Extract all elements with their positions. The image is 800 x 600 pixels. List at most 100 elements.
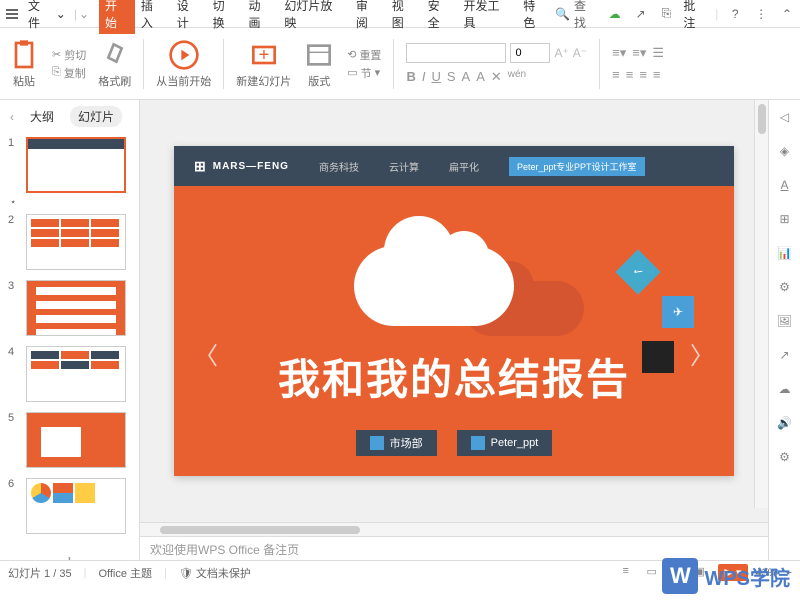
clearformat-button[interactable]: ✕ <box>491 69 502 85</box>
image-icon[interactable]: 🖼 <box>776 312 794 330</box>
slide-nav-2: 云计算 <box>389 159 419 174</box>
slide-nav-1: 商务科技 <box>319 159 359 174</box>
more-icon[interactable]: ⋮ <box>752 5 770 23</box>
protect-status[interactable]: 🛡 文档未保护 <box>179 565 251 581</box>
tab-animation[interactable]: 动画 <box>242 0 278 34</box>
chevron-left-icon[interactable]: ‹ <box>10 110 14 124</box>
scissors-icon: ✂ <box>52 48 61 61</box>
section-button[interactable]: ▭节 ▾ <box>347 65 381 81</box>
add-slide-button[interactable]: + <box>8 544 131 560</box>
play-icon[interactable] <box>168 39 200 71</box>
thumbnails: 1 我和我的总结报告 ⋆ 2 3 4 5 6 + <box>0 133 139 560</box>
design-icon[interactable]: ◈ <box>776 142 794 160</box>
thumb-6[interactable]: 6 <box>8 478 131 534</box>
file-menu[interactable]: 文件 ⌄ <box>22 0 72 33</box>
menu-icon[interactable] <box>4 7 20 21</box>
tab-design[interactable]: 设计 <box>171 0 207 34</box>
outline-tab[interactable]: 大纲 <box>22 106 62 127</box>
tab-security[interactable]: 安全 <box>422 0 458 34</box>
notes-view-icon[interactable]: ≡ <box>622 565 638 581</box>
formatbrush-label: 格式刷 <box>98 73 131 89</box>
slide-logo: ⊞MARS—FENG <box>194 158 289 175</box>
layout-icon[interactable] <box>303 39 335 71</box>
collapse-icon[interactable]: ⌃ <box>778 5 796 23</box>
normal-view-icon[interactable]: ▭ <box>646 565 662 581</box>
search-button[interactable]: 🔍 查找 <box>555 0 598 31</box>
slides-tab[interactable]: 幻灯片 <box>70 106 122 127</box>
newslide-label: 新建幻灯片 <box>236 73 291 89</box>
tab-devtools[interactable]: 开发工具 <box>458 0 518 34</box>
wps-logo-icon: W <box>662 558 698 594</box>
fontcolor-button[interactable]: A <box>462 69 471 85</box>
cut-button[interactable]: ✂剪切 <box>52 47 86 63</box>
align-justify-button[interactable]: ≡ <box>653 67 661 82</box>
tab-slideshow[interactable]: 幻灯片放映 <box>278 0 350 34</box>
brush-icon[interactable] <box>99 39 131 71</box>
bold-button[interactable]: B <box>406 69 415 85</box>
tab-featured[interactable]: 特色 <box>517 0 553 34</box>
thumb-4[interactable]: 4 <box>8 346 131 402</box>
help-icon[interactable]: ? <box>726 5 744 23</box>
decrease-font-icon[interactable]: A⁻ <box>573 46 587 60</box>
play-group: 从当前开始 <box>156 39 211 89</box>
notes-pane[interactable]: 欢迎使用WPS Office 备注页 <box>140 536 768 560</box>
chevron-down-icon[interactable]: ⌄ <box>79 7 89 21</box>
tab-start[interactable]: 开始 <box>99 0 135 34</box>
right-toolbar: ◁ ◈ A ⊞ 📊 ⚙ 🖼 ↗ ☁ 🔊 ⚙ <box>768 100 800 560</box>
thumb-1[interactable]: 1 我和我的总结报告 <box>8 137 131 193</box>
cloud-icon[interactable]: ☁ <box>776 380 794 398</box>
settings-icon[interactable]: ⚙ <box>776 278 794 296</box>
gear-icon[interactable]: ⚙ <box>776 448 794 466</box>
indent-button[interactable]: ☰ <box>652 45 664 61</box>
menubar: 文件 ⌄ | ⌄ 开始 插入 设计 切换 动画 幻灯片放映 审阅 视图 安全 开… <box>0 0 800 28</box>
vertical-scrollbar[interactable] <box>754 100 768 508</box>
paste-icon[interactable] <box>8 39 40 71</box>
grid-icon[interactable]: ⊞ <box>776 210 794 228</box>
export-icon[interactable]: ↗ <box>776 346 794 364</box>
slide-counter: 幻灯片 1 / 35 <box>8 565 72 581</box>
ribbon: 粘贴 ✂剪切 ⎘复制 格式刷 从当前开始 + 新建幻灯片 版式 ⟲重置 ▭节 ▾… <box>0 28 800 100</box>
bullets-button[interactable]: ≡▾ <box>612 45 626 61</box>
italic-button[interactable]: I <box>422 69 426 85</box>
thumb-3[interactable]: 3 <box>8 280 131 336</box>
search-icon: 🔍 <box>555 7 570 21</box>
tab-view[interactable]: 视图 <box>386 0 422 34</box>
font-size-input[interactable] <box>510 43 550 63</box>
format-buttons: B I U S A A ✕ wén <box>406 69 587 85</box>
align-right-button[interactable]: ≡ <box>639 67 647 82</box>
pinyin-button[interactable]: wén <box>508 69 526 85</box>
play-label: 从当前开始 <box>156 73 211 89</box>
slide-title: 我和我的总结报告 <box>174 346 734 407</box>
list-buttons: ≡▾ ≡▾ ☰ <box>612 45 664 61</box>
cloud-shape <box>354 246 514 326</box>
newslide-icon[interactable]: + <box>248 39 280 71</box>
slide-tag-2: Peter_ppt <box>457 430 553 456</box>
chart-icon[interactable]: 📊 <box>776 244 794 262</box>
sound-icon[interactable]: 🔊 <box>776 414 794 432</box>
align-left-button[interactable]: ≡ <box>612 67 620 82</box>
underline-button[interactable]: U <box>431 69 440 85</box>
cloud-icon[interactable]: ☁ <box>606 5 624 23</box>
slide-nav-3: 扁平化 <box>449 159 479 174</box>
thumb-5[interactable]: 5 <box>8 412 131 468</box>
increase-font-icon[interactable]: A⁺ <box>554 46 568 60</box>
copy-button[interactable]: ⎘复制 <box>52 65 86 81</box>
reset-button[interactable]: ⟲重置 <box>347 47 381 63</box>
share-icon[interactable]: ↗ <box>632 5 650 23</box>
tab-insert[interactable]: 插入 <box>135 0 171 34</box>
current-slide[interactable]: ⊞MARS—FENG 商务科技 云计算 扁平化 Peter_ppt专业PPT设计… <box>174 146 734 476</box>
tab-review[interactable]: 审阅 <box>350 0 386 34</box>
highlight-button[interactable]: A <box>476 69 485 85</box>
font-family-input[interactable] <box>406 43 506 63</box>
numbering-button[interactable]: ≡▾ <box>632 45 646 61</box>
thumb-2[interactable]: 2 <box>8 214 131 270</box>
chevron-left-icon[interactable]: ◁ <box>776 108 794 126</box>
save-icon[interactable]: ⎘ <box>657 5 675 23</box>
tab-transition[interactable]: 切换 <box>207 0 243 34</box>
annotate-button[interactable]: 批注 <box>683 0 707 31</box>
align-center-button[interactable]: ≡ <box>626 67 634 82</box>
horizontal-scrollbar[interactable] <box>140 522 768 536</box>
clipboard-group: 粘贴 <box>8 39 40 89</box>
strike-button[interactable]: S <box>447 69 456 85</box>
font-icon[interactable]: A <box>776 176 794 194</box>
